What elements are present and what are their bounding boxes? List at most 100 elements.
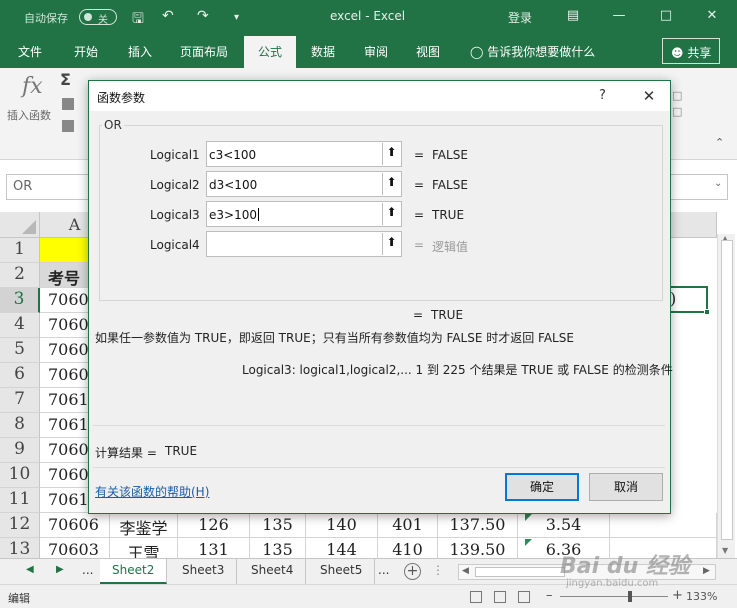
row-header[interactable]: 13 — [0, 538, 40, 558]
row-header[interactable]: 11 — [0, 488, 40, 513]
cell-e13[interactable]: 144 — [306, 538, 378, 558]
insert-function-label[interactable]: 插入函数 — [7, 107, 51, 123]
undo-icon[interactable]: ↶ — [162, 8, 174, 24]
help-icon[interactable]: ? — [599, 88, 606, 103]
collapse-dialog-icon[interactable]: ⬆ — [382, 143, 400, 165]
tab-file[interactable]: 文件 — [18, 43, 42, 60]
ribbon-display-icon[interactable]: ▤ — [558, 5, 588, 27]
cell-g12[interactable]: 137.50 — [438, 513, 518, 538]
arg-input-logical3[interactable]: e3>100 — [206, 201, 402, 227]
tell-me-search[interactable]: ◯ 告诉我你想要做什么 — [470, 43, 595, 60]
financial-icon[interactable] — [62, 120, 74, 132]
name-box[interactable]: OR — [6, 174, 96, 200]
zoom-in-icon[interactable]: + — [672, 588, 683, 603]
function-help-link[interactable]: 有关该函数的帮助(H) — [95, 483, 209, 500]
row-header[interactable]: 8 — [0, 413, 40, 438]
row-header[interactable]: 4 — [0, 313, 40, 338]
insert-function-icon[interactable]: fx — [22, 74, 43, 99]
row-header[interactable]: 9 — [0, 438, 40, 463]
customize-qat-icon[interactable]: ▾ — [234, 12, 239, 23]
page-layout-view-icon[interactable] — [494, 591, 506, 603]
scroll-right-icon[interactable]: ▶ — [703, 566, 710, 576]
cell-e12[interactable]: 140 — [306, 513, 378, 538]
sheet-tab-sheet3[interactable]: Sheet3 — [170, 559, 238, 584]
arg-input-logical2[interactable]: d3<100 — [206, 171, 402, 197]
autosave-toggle[interactable]: 关 — [79, 9, 117, 26]
collapse-dialog-icon[interactable]: ⬆ — [382, 203, 400, 225]
cell-g13[interactable]: 139.50 — [438, 538, 518, 558]
redo-icon[interactable]: ↷ — [197, 8, 209, 24]
add-sheet-button[interactable]: + — [404, 563, 421, 580]
recently-used-icon[interactable] — [62, 98, 74, 110]
maximize-icon[interactable]: □ — [651, 5, 681, 27]
arg-input-logical1[interactable]: c3<100 — [206, 141, 402, 167]
cell-f13[interactable]: 410 — [378, 538, 438, 558]
arg-label-logical1: Logical1 — [150, 148, 200, 162]
close-icon[interactable]: ✕ — [697, 5, 727, 27]
row-header[interactable]: 7 — [0, 388, 40, 413]
arg-input-logical4[interactable] — [206, 231, 402, 257]
sheet-overflow-right[interactable]: ... — [366, 559, 401, 584]
cell-b12[interactable]: 李鉴学 — [110, 513, 178, 538]
cell-a13[interactable]: 70603 — [40, 538, 110, 558]
arg-label-logical4: Logical4 — [150, 238, 200, 252]
page-break-view-icon[interactable] — [518, 591, 530, 603]
row-header[interactable]: 3 — [0, 288, 40, 313]
tab-page-layout[interactable]: 页面布局 — [180, 43, 228, 60]
cell-a12[interactable]: 70606 — [40, 513, 110, 538]
normal-view-icon[interactable] — [470, 591, 482, 603]
autosum-icon[interactable]: Σ — [60, 70, 71, 89]
ok-button[interactable]: 确定 — [505, 473, 579, 501]
cell-c13[interactable]: 131 — [178, 538, 250, 558]
next-sheet-icon[interactable]: ▶ — [56, 564, 64, 575]
arg-equals: = — [414, 148, 425, 162]
cell-c12[interactable]: 126 — [178, 513, 250, 538]
row-header[interactable]: 10 — [0, 463, 40, 488]
share-button[interactable]: ☻ 共享 — [662, 38, 720, 64]
row-header[interactable]: 1 — [0, 238, 40, 263]
zoom-slider[interactable] — [560, 591, 668, 602]
zoom-slider-knob[interactable] — [628, 591, 632, 602]
collapse-dialog-icon[interactable]: ⬆ — [382, 173, 400, 195]
tab-view[interactable]: 视图 — [416, 43, 440, 60]
prev-sheet-icon[interactable]: ◀ — [26, 564, 34, 575]
save-icon[interactable]: 🖫 — [132, 8, 144, 32]
scroll-left-icon[interactable]: ◀ — [462, 566, 469, 576]
cell-d13[interactable]: 135 — [250, 538, 306, 558]
vertical-scrollbar[interactable]: ▲ ▼ — [717, 234, 735, 558]
collapse-ribbon-icon[interactable]: ⌃ — [715, 136, 724, 149]
minimize-icon[interactable]: — — [604, 5, 634, 27]
select-all-corner[interactable] — [0, 212, 40, 238]
tab-insert[interactable]: 插入 — [128, 43, 152, 60]
ribbon-tabs: 文件 开始 插入 页面布局 公式 数据 审阅 视图 ◯ 告诉我你想要做什么 ☻ … — [0, 34, 737, 68]
horizontal-scroll-thumb[interactable] — [475, 567, 565, 577]
function-arguments-dialog: 函数参数 ? ✕ OR Logical1 c3<100 ⬆ = FALSE Lo… — [88, 80, 673, 514]
watermark-url: jingyan.baidu.com — [566, 578, 659, 589]
cell-i12[interactable] — [610, 513, 717, 538]
cell-d12[interactable]: 135 — [250, 513, 306, 538]
tab-review[interactable]: 审阅 — [364, 43, 388, 60]
tab-split-handle[interactable]: ⋮ — [432, 563, 444, 577]
cell-b13[interactable]: 王雪 — [110, 538, 178, 558]
collapse-dialog-icon[interactable]: ⬆ — [382, 233, 400, 255]
cell-f12[interactable]: 401 — [378, 513, 438, 538]
row-header[interactable]: 5 — [0, 338, 40, 363]
tab-home[interactable]: 开始 — [74, 43, 98, 60]
row-header[interactable]: 2 — [0, 263, 40, 288]
row-header[interactable]: 12 — [0, 513, 40, 538]
cancel-button[interactable]: 取消 — [589, 473, 663, 501]
zoom-out-icon[interactable]: – — [546, 588, 553, 603]
expand-formula-icon[interactable]: ⌄ — [714, 178, 722, 189]
row-header[interactable]: 6 — [0, 363, 40, 388]
login-link[interactable]: 登录 — [508, 9, 532, 26]
ribbon-right-group: □ □ — [672, 89, 683, 118]
tab-formulas[interactable]: 公式 — [244, 36, 297, 68]
dialog-close-icon[interactable]: ✕ — [638, 85, 660, 107]
fill-handle[interactable] — [704, 309, 710, 315]
tab-data[interactable]: 数据 — [311, 43, 335, 60]
scroll-down-icon[interactable]: ▼ — [722, 546, 728, 555]
sheet-tab-sheet2[interactable]: Sheet2 — [100, 559, 168, 584]
zoom-level[interactable]: 133% — [686, 590, 717, 603]
sheet-tab-sheet4[interactable]: Sheet4 — [239, 559, 307, 584]
vertical-scroll-thumb[interactable] — [721, 240, 733, 540]
